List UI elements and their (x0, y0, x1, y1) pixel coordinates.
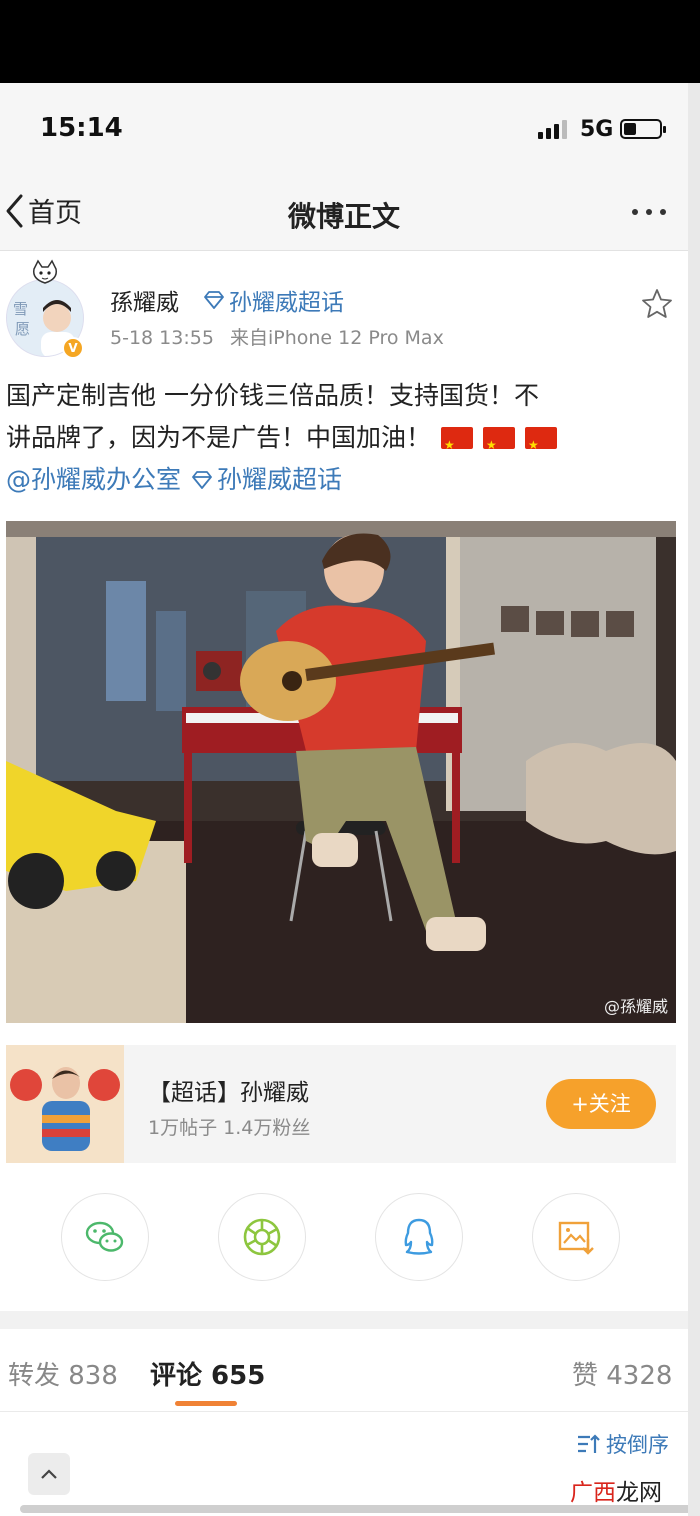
post-timestamp: 5-18 13:55 (110, 327, 214, 349)
china-flag-icon (441, 424, 474, 466)
svg-text:愿: 愿 (15, 320, 30, 338)
moments-icon (243, 1218, 281, 1256)
sort-icon (578, 1434, 600, 1453)
signal-icon (538, 119, 567, 139)
mention-link[interactable]: @孙耀威办公室 (6, 459, 181, 501)
tab-comment[interactable]: 评论 655 (150, 1355, 265, 1392)
sort-button[interactable]: 按倒序 (576, 1429, 669, 1459)
follow-button[interactable]: +关注 (546, 1079, 656, 1129)
supertopic-tag-label: 孙耀威超话 (229, 290, 344, 316)
site-watermark: 广西龙网 (570, 1473, 662, 1507)
husky-pendant-icon (32, 259, 58, 284)
scroll-to-top-button[interactable] (28, 1453, 70, 1495)
topic-link[interactable]: 孙耀威超话 (217, 459, 342, 501)
battery-icon (620, 119, 666, 139)
network-type: 5G (580, 117, 614, 142)
status-bar: 15:14 5G (0, 83, 688, 173)
china-flag-icon (483, 424, 516, 466)
post-meta: 5-18 13:55 来自iPhone 12 Pro Max (110, 323, 444, 350)
diamond-icon (204, 291, 224, 309)
active-tab-indicator (175, 1401, 237, 1406)
sort-label: 按倒序 (606, 1433, 669, 1457)
site-watermark-part1: 广西 (570, 1480, 616, 1506)
share-wechat-button[interactable] (61, 1193, 149, 1281)
page-title: 微博正文 (287, 200, 400, 233)
supertopic-name: 【超话】孙耀威 (148, 1080, 309, 1106)
verified-badge: V (62, 337, 84, 359)
save-image-icon (558, 1221, 594, 1255)
supertopic-stats: 1万帖子 1.4万粉丝 (148, 1117, 311, 1139)
post-text-line-2: 讲品牌了，因为不是广告！中国加油！ (6, 417, 676, 466)
chevron-up-icon (41, 1469, 57, 1479)
qq-icon (404, 1218, 434, 1255)
post-source: 来自iPhone 12 Pro Max (229, 327, 444, 349)
weibo-screen: 15:14 5G 首页 微博正文 雪 愿 V 孫耀威 孙耀威超话 5-18 13… (0, 83, 700, 1516)
nav-bar: 首页 微博正文 (0, 173, 688, 251)
status-time: 15:14 (40, 113, 123, 143)
tab-like[interactable]: 赞 4328 (572, 1355, 672, 1392)
share-moments-button[interactable] (218, 1193, 306, 1281)
star-icon[interactable] (640, 287, 674, 321)
post-text-line-2-text: 讲品牌了，因为不是广告！中国加油！ (6, 423, 432, 452)
diamond-icon (192, 471, 212, 489)
tab-repost[interactable]: 转发 838 (8, 1355, 118, 1392)
tabs-divider (0, 1411, 688, 1412)
author-name[interactable]: 孫耀威 (110, 283, 179, 317)
top-black-bar (0, 0, 700, 83)
china-flag-icon (525, 424, 558, 466)
supertopic-thumbnail (6, 1045, 124, 1163)
svg-text:雪: 雪 (13, 300, 28, 318)
section-divider (0, 1311, 688, 1329)
post-links: @孙耀威办公室 孙耀威超话 (6, 459, 676, 501)
vertical-scrollbar-track[interactable] (688, 83, 700, 1516)
save-image-button[interactable] (532, 1193, 620, 1281)
supertopic-tag[interactable]: 孙耀威超话 (203, 283, 344, 317)
horizontal-scrollbar[interactable] (20, 1505, 696, 1513)
post-text: 国产定制吉他 一分价钱三倍品质！支持国货！不 讲品牌了，因为不是广告！中国加油！… (6, 375, 676, 501)
image-watermark: @孫耀威 (603, 997, 668, 1016)
wechat-icon (85, 1221, 124, 1252)
site-watermark-part2: 龙网 (616, 1480, 662, 1506)
more-icon[interactable] (632, 209, 666, 215)
share-qq-button[interactable] (375, 1193, 463, 1281)
post-text-line-1: 国产定制吉他 一分价钱三倍品质！支持国货！不 (6, 381, 539, 410)
supertopic-card[interactable]: 【超话】孙耀威 1万帖子 1.4万粉丝 +关注 (6, 1045, 676, 1163)
post-image[interactable]: @孫耀威 (6, 521, 676, 1023)
